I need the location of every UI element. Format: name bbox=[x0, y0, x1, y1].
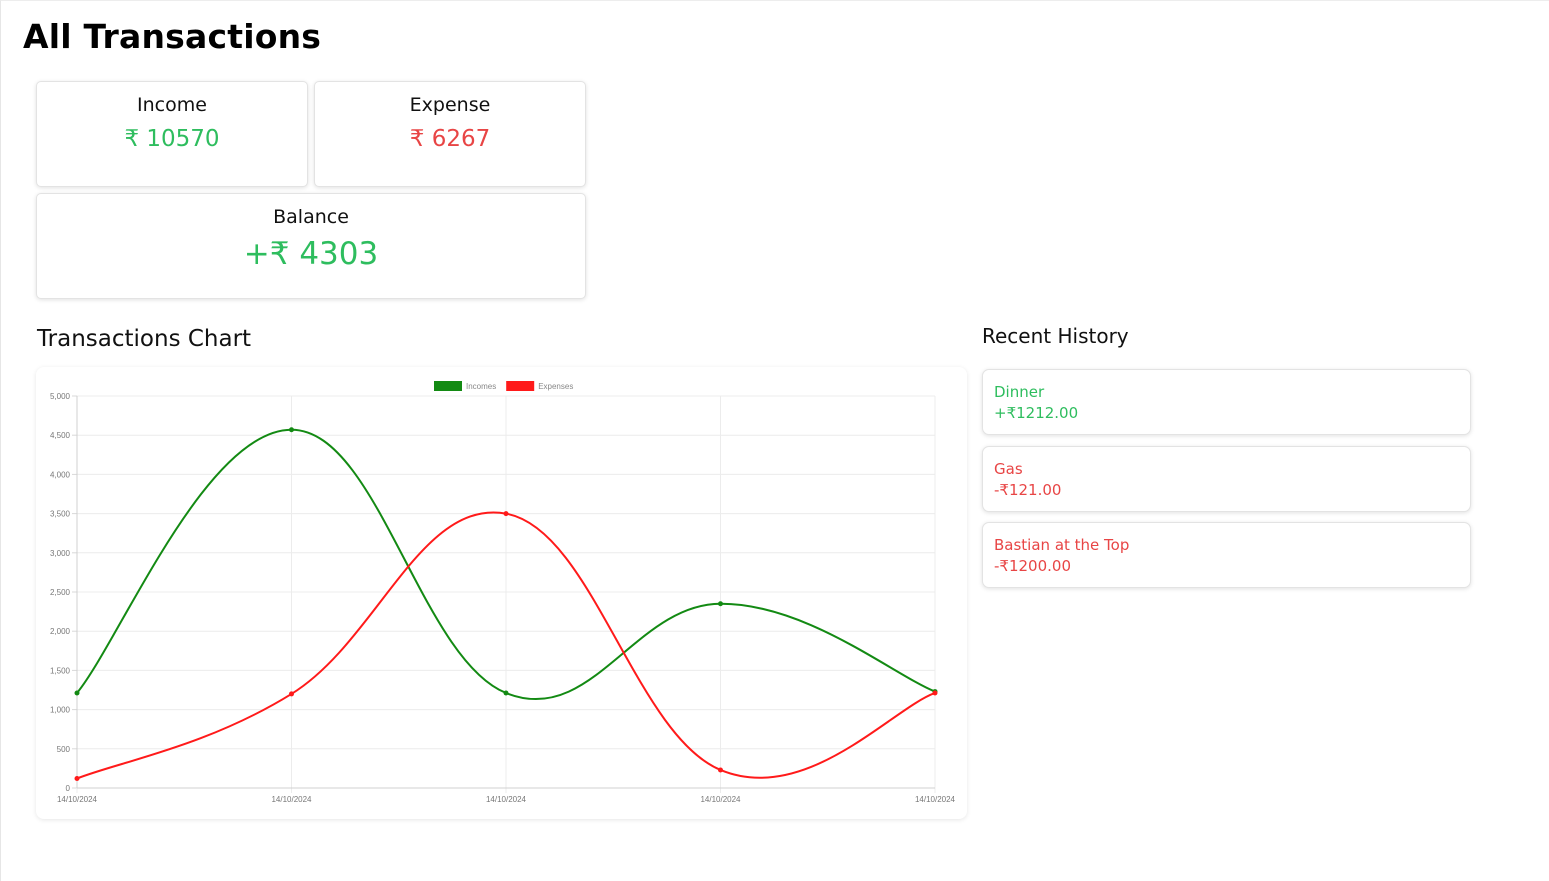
x-tick-label: 14/10/2024 bbox=[57, 795, 98, 804]
history-item-bastian[interactable]: Bastian at the Top -₹1200.00 bbox=[982, 522, 1471, 588]
legend-label-incomes: Incomes bbox=[466, 382, 496, 391]
y-tick-label: 4,000 bbox=[50, 470, 71, 479]
data-point-incomes bbox=[289, 427, 294, 433]
y-tick-label: 2,000 bbox=[50, 627, 71, 636]
history-item-dinner[interactable]: Dinner +₹1212.00 bbox=[982, 369, 1471, 435]
income-label: Income bbox=[137, 94, 207, 116]
expense-value: ₹ 6267 bbox=[409, 126, 491, 152]
expense-card: Expense ₹ 6267 bbox=[314, 81, 586, 187]
y-tick-label: 3,000 bbox=[50, 549, 71, 558]
y-tick-label: 1,500 bbox=[50, 666, 71, 675]
data-point-expenses bbox=[289, 691, 294, 697]
legend-label-expenses: Expenses bbox=[538, 382, 573, 391]
y-tick-label: 4,500 bbox=[50, 431, 71, 440]
history-item-name: Dinner bbox=[994, 383, 1045, 401]
y-tick-label: 1,000 bbox=[50, 706, 71, 715]
history-item-gas[interactable]: Gas -₹121.00 bbox=[982, 446, 1471, 512]
x-tick-label: 14/10/2024 bbox=[271, 795, 312, 804]
balance-card: Balance +₹ 4303 bbox=[36, 193, 586, 299]
legend-swatch-incomes bbox=[434, 381, 462, 391]
income-card: Income ₹ 10570 bbox=[36, 81, 308, 187]
page: All Transactions Income ₹ 10570 Expense … bbox=[0, 0, 1549, 881]
expense-label: Expense bbox=[409, 94, 491, 116]
y-tick-label: 500 bbox=[57, 745, 71, 754]
chart-svg: 0 500 1,000 1,500 2,000 2,500 3,000 3,500 4,000 4… bbox=[50, 381, 956, 804]
data-point-incomes bbox=[74, 690, 80, 696]
chart-title: Transactions Chart bbox=[37, 326, 252, 352]
income-value: ₹ 10570 bbox=[124, 126, 220, 152]
page-title: All Transactions bbox=[23, 17, 322, 56]
history-title: Recent History bbox=[982, 324, 1129, 348]
history-item-amount: -₹1200.00 bbox=[994, 557, 1071, 575]
data-point-expenses bbox=[503, 511, 509, 517]
y-tick-label: 5,000 bbox=[50, 392, 71, 401]
history-item-amount: -₹121.00 bbox=[994, 481, 1062, 499]
balance-value: +₹ 4303 bbox=[243, 236, 379, 272]
data-point-expenses bbox=[718, 767, 723, 773]
x-tick-label: 14/10/2024 bbox=[486, 795, 527, 804]
data-point-expenses bbox=[932, 690, 938, 696]
x-tick-label: 14/10/2024 bbox=[915, 795, 956, 804]
transactions-chart: 0 500 1,000 1,500 2,000 2,500 3,000 3,500 4,000 4… bbox=[36, 367, 967, 819]
x-tick-label: 14/10/2024 bbox=[700, 795, 741, 804]
y-tick-label: 0 bbox=[66, 784, 71, 793]
y-tick-label: 3,500 bbox=[50, 510, 71, 519]
data-point-incomes bbox=[503, 690, 509, 696]
legend-swatch-expenses bbox=[506, 381, 535, 391]
balance-label: Balance bbox=[273, 206, 349, 228]
history-item-name: Bastian at the Top bbox=[994, 536, 1130, 554]
data-point-incomes bbox=[718, 601, 723, 607]
history-item-name: Gas bbox=[994, 460, 1023, 478]
history-item-amount: +₹1212.00 bbox=[994, 404, 1079, 422]
y-tick-label: 2,500 bbox=[50, 588, 71, 597]
data-point-expenses bbox=[74, 776, 80, 782]
